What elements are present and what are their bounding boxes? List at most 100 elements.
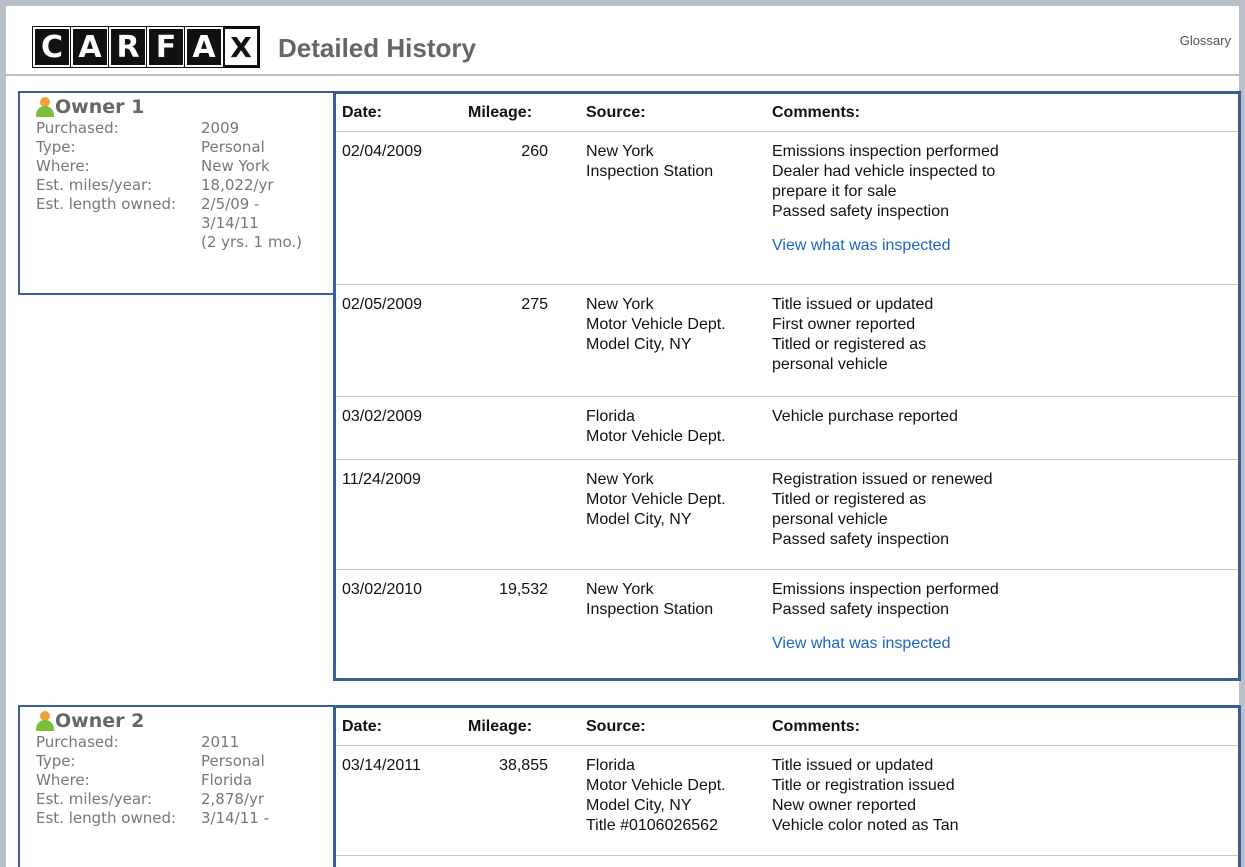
- record-mileage: 38,855: [499, 757, 548, 774]
- owner-field: (2 yrs. 1 mo.): [20, 233, 334, 252]
- record-date: 03/14/2011: [342, 757, 421, 774]
- record-row: 02/04/2009 260 New York Inspection Stati…: [336, 132, 1238, 285]
- comment-line: First owner reported: [772, 316, 916, 333]
- field-label: Where:: [36, 771, 90, 789]
- field-value: 2,878/yr: [201, 790, 265, 808]
- field-label: Type:: [36, 752, 76, 770]
- record-mileage: 275: [521, 296, 548, 313]
- logo-letter: C: [32, 26, 72, 68]
- header-mileage: Mileage:: [468, 717, 533, 735]
- source-line: Motor Vehicle Dept.: [586, 777, 726, 794]
- field-value: 2011: [201, 733, 240, 751]
- header-date: Date:: [342, 717, 383, 735]
- comment-line: Passed safety inspection: [772, 601, 949, 618]
- field-value: 2009: [201, 119, 240, 137]
- field-value: 3/14/11 -: [201, 809, 270, 827]
- owner-field: Est. miles/year: 18,022/yr: [20, 176, 334, 195]
- field-value: Personal: [201, 752, 265, 770]
- field-label: Est. length owned:: [36, 195, 177, 213]
- record-source: New York Motor Vehicle Dept. Model City,…: [554, 295, 768, 396]
- record-source: New York Motor Vehicle Dept. Model City,…: [554, 470, 768, 569]
- field-value: New York: [201, 157, 270, 175]
- record-mileage: 260: [521, 143, 548, 160]
- glossary-link[interactable]: Glossary: [1180, 33, 1231, 48]
- record-comments: Emissions inspection performed Dealer ha…: [768, 142, 1238, 284]
- source-line: New York: [586, 581, 654, 598]
- header-date: Date:: [342, 103, 383, 121]
- owner-field: Where: New York: [20, 157, 334, 176]
- owner-title: Owner 1: [55, 96, 145, 118]
- record-date: 03/02/2010: [342, 581, 423, 598]
- record-source: Florida Motor Vehicle Dept. Model City, …: [554, 756, 768, 855]
- owner-field: Purchased: 2009: [20, 119, 334, 138]
- record-date: 02/04/2009: [342, 143, 423, 160]
- field-label: Purchased:: [36, 119, 119, 137]
- comment-line: personal vehicle: [772, 511, 888, 528]
- comment-line: Registration issued or renewed: [772, 471, 993, 488]
- logo-letter: A: [70, 26, 110, 68]
- owner-1-summary: Owner 1 Purchased: 2009 Type: Personal W…: [18, 91, 336, 295]
- comment-line: Titled or registered as: [772, 336, 927, 353]
- report-header: C A R F A X Detailed History Glossary: [6, 6, 1239, 76]
- owner-field: Where: Florida: [20, 771, 334, 790]
- carfax-logo: C A R F A X: [32, 26, 260, 68]
- comment-line: Emissions inspection performed: [772, 581, 999, 598]
- field-label: Est. length owned:: [36, 809, 177, 827]
- source-line: New York: [586, 471, 654, 488]
- record-date: 02/05/2009: [342, 296, 423, 313]
- owner-title: Owner 2: [55, 710, 145, 732]
- logo-letter: R: [108, 26, 148, 68]
- record-mileage: [444, 407, 554, 459]
- source-line: New York: [586, 296, 654, 313]
- field-label: Est. miles/year:: [36, 790, 153, 808]
- record-comments: Emissions inspection performed Passed sa…: [768, 580, 1238, 654]
- comment-line: Vehicle color noted as Tan: [772, 817, 959, 834]
- field-label: Where:: [36, 157, 90, 175]
- header-mileage: Mileage:: [468, 103, 533, 121]
- comment-line: Passed safety inspection: [772, 203, 949, 220]
- comment-line: personal vehicle: [772, 356, 888, 373]
- view-inspection-link[interactable]: View what was inspected: [772, 634, 1238, 654]
- source-line: Motor Vehicle Dept.: [586, 491, 726, 508]
- owner-field: Type: Personal: [20, 138, 334, 157]
- comment-line: New owner reported: [772, 797, 917, 814]
- record-date: 11/24/2009: [342, 471, 421, 488]
- source-line: Inspection Station: [586, 163, 714, 180]
- field-value: Personal: [201, 138, 265, 156]
- owner-1-records: Date: Mileage: Source: Comments: 02/04/2…: [333, 91, 1241, 681]
- comment-line: Dealer had vehicle inspected to: [772, 163, 996, 180]
- owner-heading: Owner 1: [20, 93, 334, 119]
- owner-field: Est. length owned: 2/5/09 -: [20, 195, 334, 214]
- comment-line: Vehicle purchase reported: [772, 408, 958, 425]
- field-label: Type:: [36, 138, 76, 156]
- source-line: Model City, NY: [586, 797, 692, 814]
- field-label: Est. miles/year:: [36, 176, 153, 194]
- record-mileage: 19,532: [499, 581, 548, 598]
- logo-letter: X: [223, 27, 259, 67]
- record-comments: Title issued or updated Title or registr…: [768, 756, 1238, 855]
- field-value: Florida: [201, 771, 253, 789]
- comment-line: Title or registration issued: [772, 777, 955, 794]
- record-row: 03/02/2010 19,532 New York Inspection St…: [336, 570, 1238, 654]
- field-value: 2/5/09 -: [201, 195, 260, 213]
- header-source: Source:: [586, 103, 646, 121]
- comment-line: Passed safety inspection: [772, 531, 949, 548]
- view-inspection-link[interactable]: View what was inspected: [772, 236, 1238, 256]
- logo-letter: F: [146, 26, 186, 68]
- owner-field: Type: Personal: [20, 752, 334, 771]
- comment-line: Title issued or updated: [772, 296, 934, 313]
- source-line: Model City, NY: [586, 511, 692, 528]
- owner-field: Est. miles/year: 2,878/yr: [20, 790, 334, 809]
- source-line: Inspection Station: [586, 601, 714, 618]
- record-row: 03/02/2009 Florida Motor Vehicle Dept. V…: [336, 397, 1238, 460]
- source-line: New York: [586, 143, 654, 160]
- record-row: 11/24/2009 New York Motor Vehicle Dept. …: [336, 460, 1238, 570]
- record-row: 03/14/2011 38,855 Florida Motor Vehicle …: [336, 746, 1238, 856]
- owner-field: Purchased: 2011: [20, 733, 334, 752]
- record-date: 03/02/2009: [342, 408, 423, 425]
- record-comments: Vehicle purchase reported: [768, 407, 1238, 459]
- records-header: Date: Mileage: Source: Comments:: [336, 94, 1238, 132]
- logo-letter: A: [184, 26, 224, 68]
- record-comments: Registration issued or renewed Titled or…: [768, 470, 1238, 569]
- comment-line: Titled or registered as: [772, 491, 927, 508]
